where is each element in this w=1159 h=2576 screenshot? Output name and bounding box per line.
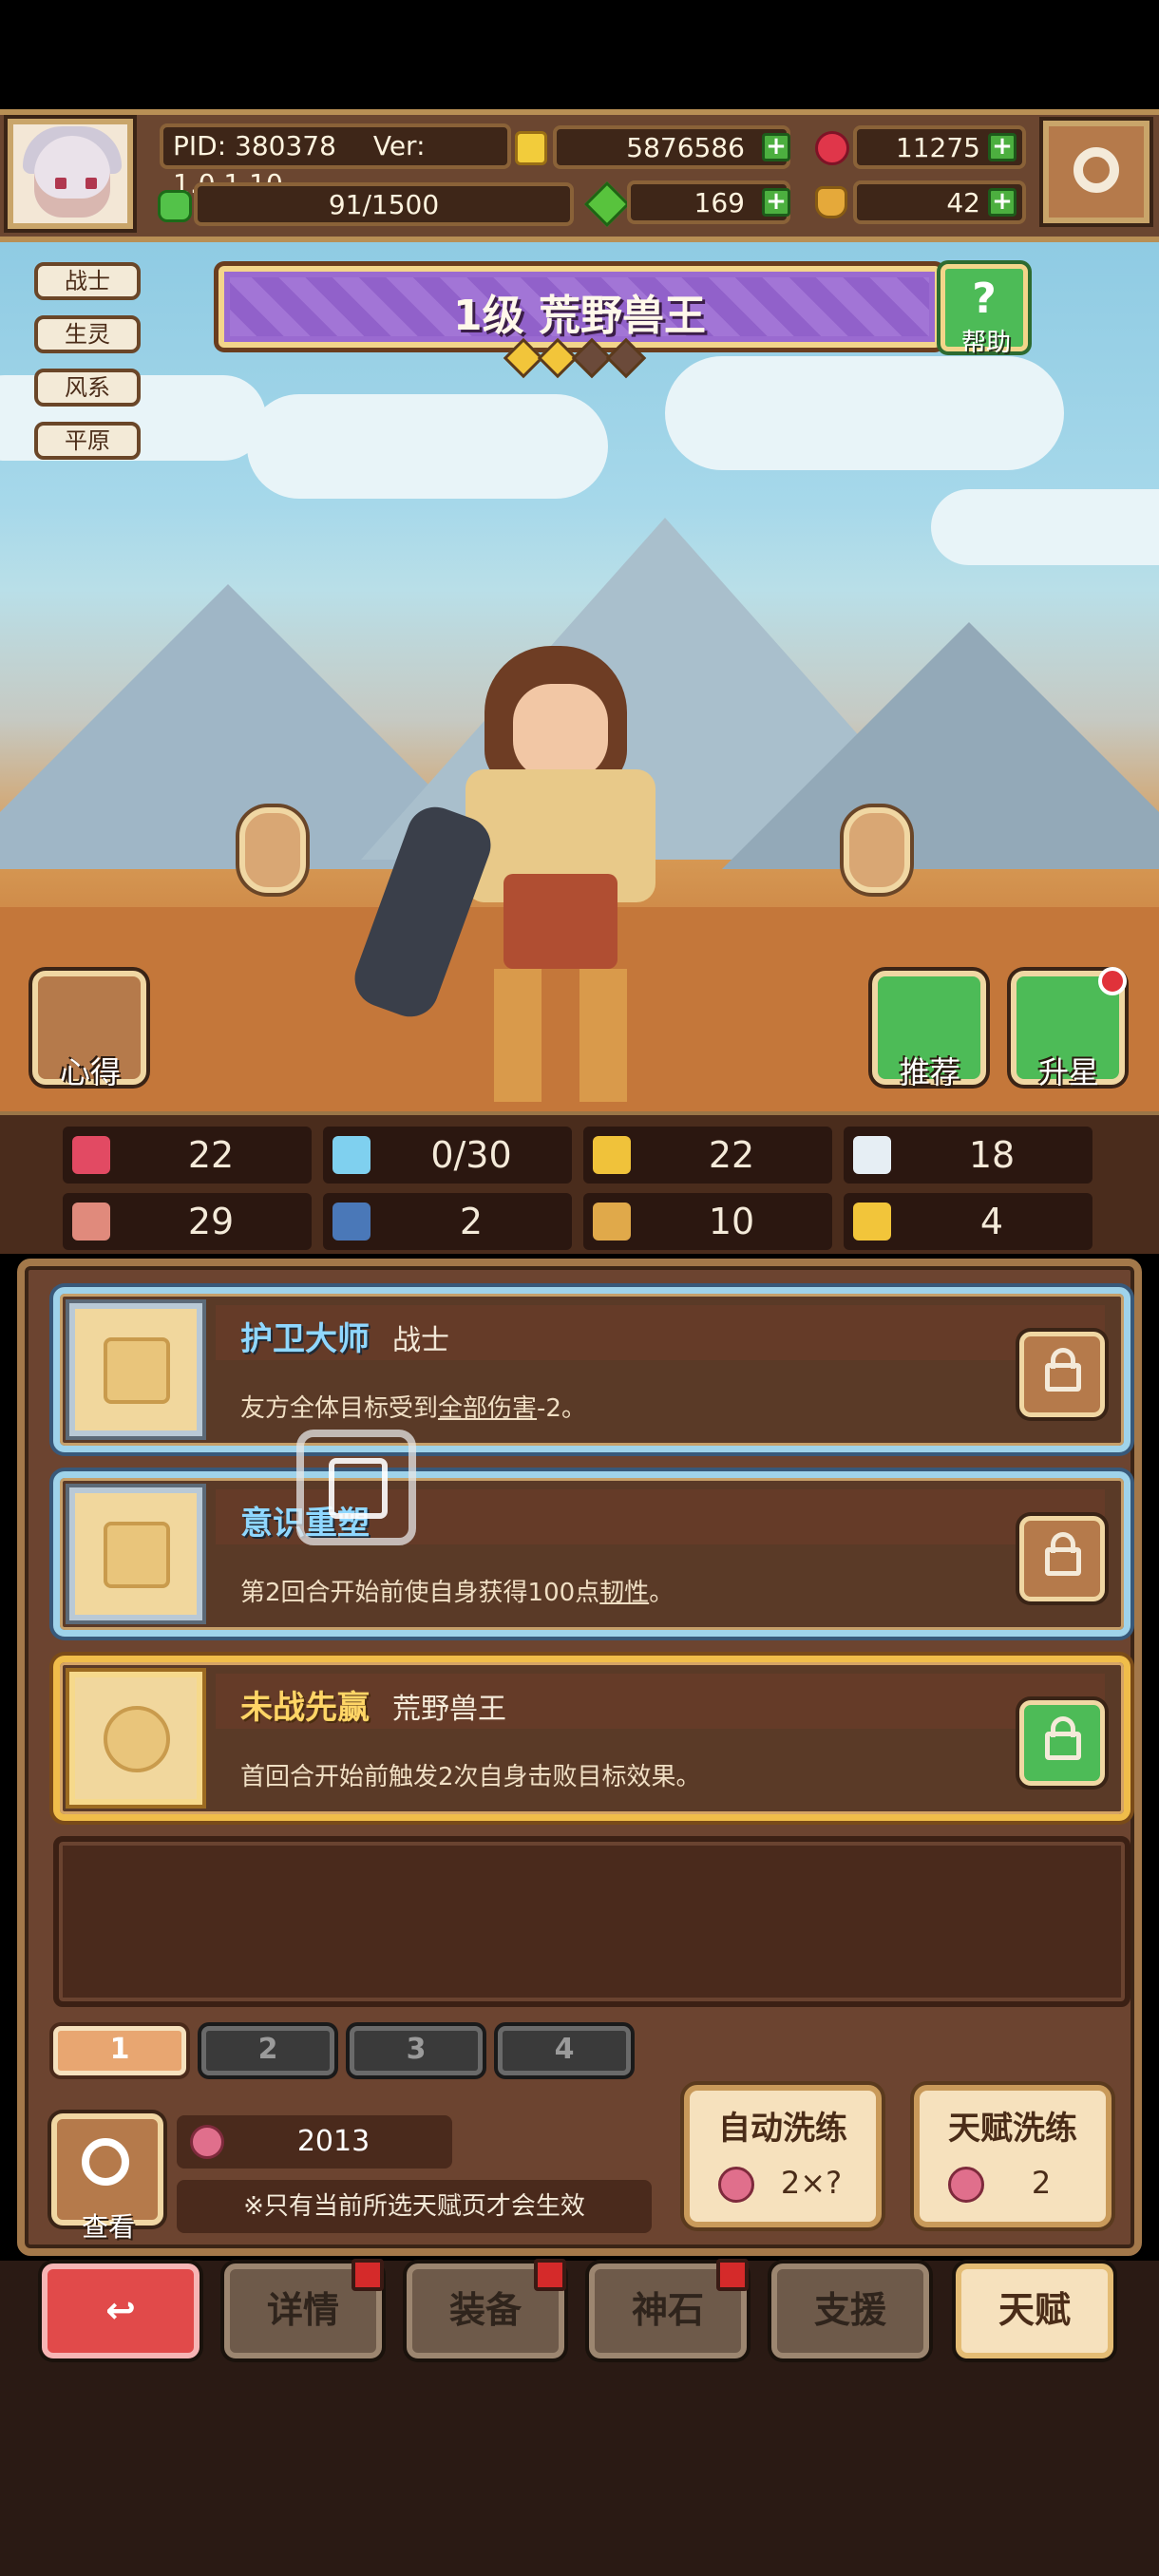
- talent-refine-label: 天赋洗练: [948, 2110, 1077, 2148]
- shield-emblem-icon: [69, 1303, 202, 1436]
- settings-button[interactable]: [1043, 121, 1150, 223]
- horseshoe-icon: [853, 1203, 891, 1241]
- hero-stats: 22 0/30 22 18 29 2 10 4: [0, 1111, 1159, 1254]
- back-button[interactable]: ↩: [42, 2263, 200, 2358]
- talent-1-name: 护卫大师: [240, 1320, 370, 1358]
- talent-2-desc: 第2回合开始前使自身获得100点韧性。: [240, 1579, 674, 1607]
- stamina-bar: 91/1500: [194, 182, 574, 226]
- talent-3-sub: 荒野兽王: [392, 1693, 506, 1726]
- peach-icon: [718, 2167, 754, 2203]
- talent-3-name: 未战先赢: [240, 1689, 370, 1727]
- stat-mana: 0/30: [430, 1134, 512, 1176]
- auto-refine-label: 自动洗练: [718, 2110, 847, 2148]
- pid-version-bar: PID: 380378 Ver: 1.0.1.10: [160, 123, 511, 199]
- cross-emblem-icon: [69, 1487, 202, 1620]
- talent-page-tab-3[interactable]: 3: [350, 2026, 483, 2075]
- gold-value: 5876586: [626, 132, 745, 163]
- talent-page-tab-2[interactable]: 2: [201, 2026, 334, 2075]
- gear-icon: [1074, 147, 1119, 193]
- nav-support-button[interactable]: 支援: [771, 2263, 929, 2358]
- star-up-notification-dot: [1098, 967, 1127, 995]
- recommend-label: 推荐: [899, 1054, 960, 1090]
- talent-slot-3[interactable]: 未战先赢 荒野兽王 首回合开始前触发2次自身击败目标效果。: [53, 1656, 1130, 1821]
- talent-3-lock-button[interactable]: [1019, 1700, 1105, 1786]
- talent-page-note: ※只有当前所选天赋页才会生效: [177, 2180, 652, 2233]
- talent-2-keyword-link[interactable]: 韧性: [599, 1579, 649, 1607]
- stat-defense: 22: [708, 1134, 755, 1176]
- stamina-value: 91/1500: [328, 189, 440, 220]
- peach-icon: [190, 2125, 224, 2159]
- stat-luck: 4: [979, 1201, 1004, 1242]
- star-up-label: 升星: [1037, 1054, 1099, 1090]
- ruby-value: 11275: [895, 132, 980, 163]
- pouch-value: 42: [946, 187, 980, 218]
- stat-magic: 2: [459, 1201, 484, 1242]
- gold-counter: 5876586: [553, 125, 790, 169]
- floating-overlay-button[interactable]: [296, 1430, 416, 1545]
- talent-refine-button[interactable]: 天赋洗练 2: [914, 2085, 1112, 2227]
- talent-slot-2[interactable]: 意识重塑 第2回合开始前使自身获得100点韧性。: [53, 1471, 1130, 1637]
- talent-page-tab-4[interactable]: 4: [498, 2026, 631, 2075]
- shield-icon: [593, 1136, 631, 1174]
- pouch-icon: [815, 186, 847, 218]
- hero-character[interactable]: [347, 636, 722, 1111]
- water-drop-icon: [332, 1136, 370, 1174]
- talent-slot-1[interactable]: 护卫大师 战士 友方全体目标受到全部伤害-2。: [53, 1287, 1130, 1452]
- stat-speed: 18: [968, 1134, 1016, 1176]
- gold-coin-icon: [515, 131, 547, 165]
- back-arrow-icon: ↩: [105, 2289, 136, 2331]
- help-label: 帮助: [960, 329, 1011, 357]
- question-icon: ?: [972, 275, 997, 323]
- stat-attack: 29: [187, 1201, 235, 1242]
- clover-value: 169: [694, 187, 745, 218]
- heart-icon: [72, 1136, 110, 1174]
- talent-2-unlock-button[interactable]: [1019, 1516, 1105, 1601]
- peach-icon: [948, 2167, 984, 2203]
- stat-hp: 22: [187, 1134, 235, 1176]
- talent-panel: 护卫大师 战士 友方全体目标受到全部伤害-2。 意识重塑 第2回合开始前使自身获…: [17, 1259, 1142, 2256]
- nav-details-notification-dot: [352, 2259, 384, 2291]
- ruby-icon: [815, 131, 849, 165]
- boot-icon: [593, 1203, 631, 1241]
- talent-1-sub: 战士: [392, 1324, 449, 1357]
- talent-1-unlock-button[interactable]: [1019, 1332, 1105, 1417]
- talent-page-tab-1[interactable]: 1: [53, 2026, 186, 2075]
- pid-text: PID: 380378: [173, 130, 336, 161]
- auto-refine-cost: 2×?: [780, 2165, 843, 2201]
- talent-3-desc: 首回合开始前触发2次自身击败目标效果。: [240, 1763, 701, 1791]
- empty-talent-slot: [53, 1836, 1130, 2007]
- notes-label: 心得: [59, 1054, 121, 1090]
- star-emblem-icon: [69, 1672, 202, 1805]
- nav-talent-button[interactable]: 天赋: [956, 2263, 1113, 2358]
- next-hero-button[interactable]: [844, 807, 910, 893]
- tag-class: 战士: [34, 262, 141, 300]
- nav-equipment-notification-dot: [534, 2259, 566, 2291]
- add-clover-button[interactable]: +: [762, 188, 790, 217]
- fist-icon: [72, 1203, 110, 1241]
- wing-icon: [853, 1136, 891, 1174]
- add-ruby-button[interactable]: +: [988, 133, 1016, 161]
- hero-title: 1级 荒野兽王: [453, 292, 706, 340]
- auto-refine-button[interactable]: 自动洗练 2×?: [684, 2085, 882, 2227]
- talent-1-keyword-link[interactable]: 全部伤害: [438, 1394, 537, 1423]
- view-label: 查看: [81, 2211, 135, 2243]
- tag-element: 风系: [34, 369, 141, 407]
- nav-stone-notification-dot: [716, 2259, 749, 2291]
- stamina-icon: [158, 190, 192, 222]
- previous-hero-button[interactable]: [239, 807, 306, 893]
- add-pouch-button[interactable]: +: [988, 188, 1016, 217]
- peach-resource-counter: 2013: [177, 2115, 452, 2169]
- tag-race: 生灵: [34, 315, 141, 353]
- talent-1-desc: 友方全体目标受到全部伤害-2。: [240, 1394, 586, 1423]
- peach-count: 2013: [296, 2125, 370, 2158]
- tag-terrain: 平原: [34, 422, 141, 460]
- stat-agility: 10: [708, 1201, 755, 1242]
- magnifier-icon: [82, 2138, 129, 2186]
- add-gold-button[interactable]: +: [762, 133, 790, 161]
- book-icon: [332, 1203, 370, 1241]
- talent-refine-cost: 2: [1031, 2165, 1052, 2201]
- player-avatar[interactable]: [8, 119, 133, 229]
- hero-title-banner: 1级 荒野兽王: [218, 266, 940, 348]
